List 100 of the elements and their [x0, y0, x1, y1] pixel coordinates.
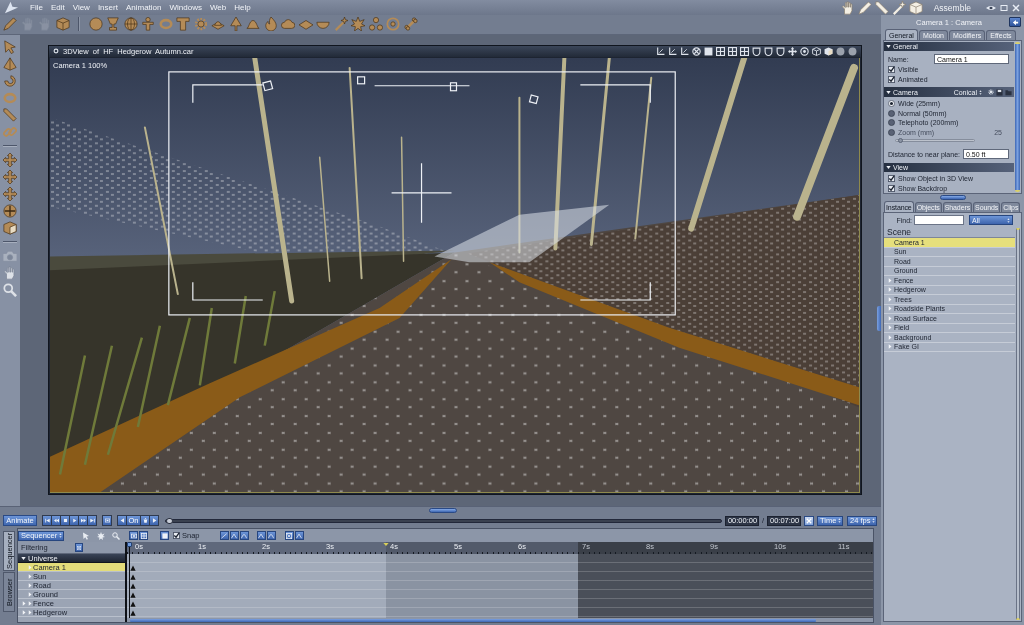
scrollbar[interactable]: [1015, 42, 1020, 193]
toggle-button[interactable]: [103, 516, 111, 526]
peak-button[interactable]: [294, 531, 304, 541]
sphere-icon[interactable]: [88, 17, 103, 32]
cube-icon[interactable]: [3, 220, 17, 235]
crossed-circle-icon[interactable]: [692, 46, 701, 56]
find-field[interactable]: [914, 215, 964, 226]
hook-icon[interactable]: [3, 73, 17, 88]
menu-item[interactable]: Animation: [121, 0, 166, 15]
figure-icon[interactable]: [141, 17, 155, 32]
skip-to-end-button[interactable]: [88, 516, 96, 526]
axes-icon[interactable]: [656, 46, 665, 56]
slider-track[interactable]: [895, 139, 975, 142]
wand-icon[interactable]: [891, 0, 906, 15]
sun-icon[interactable]: [193, 17, 208, 32]
time-slider-track[interactable]: [165, 518, 722, 523]
close-icon[interactable]: [1012, 3, 1020, 12]
radio-button[interactable]: [888, 100, 895, 108]
triangle-icon: [151, 518, 157, 524]
panel-handle[interactable]: [877, 305, 881, 331]
close-button[interactable]: [804, 515, 814, 526]
menu-item[interactable]: Edit: [46, 0, 69, 15]
range-marker-icon[interactable]: [383, 542, 389, 548]
next-key-button[interactable]: [150, 516, 158, 526]
star-icon[interactable]: [97, 531, 105, 540]
rhombus-icon[interactable]: [298, 17, 313, 32]
rewind-button[interactable]: [52, 516, 60, 526]
circle-icon[interactable]: [53, 48, 59, 55]
hand-icon[interactable]: [3, 265, 17, 280]
menu-item[interactable]: File: [26, 0, 47, 15]
cube-icon[interactable]: [824, 46, 833, 56]
stop-button[interactable]: [61, 516, 69, 526]
flame-icon[interactable]: [263, 17, 278, 32]
globe-icon[interactable]: [123, 17, 138, 32]
radio-button[interactable]: [888, 109, 895, 117]
fast-forward-button[interactable]: [79, 516, 87, 526]
skip-to-start-button[interactable]: [43, 516, 51, 526]
grid-button[interactable]: [139, 531, 148, 541]
pen-icon[interactable]: [3, 17, 17, 32]
playhead[interactable]: [127, 542, 132, 618]
menu-item[interactable]: Web: [205, 0, 231, 15]
previous-key-button[interactable]: [118, 516, 126, 526]
checkbox[interactable]: [888, 66, 895, 74]
wand-icon[interactable]: [333, 17, 348, 32]
cloud-icon[interactable]: [281, 17, 295, 32]
magnifier-icon[interactable]: [3, 282, 17, 297]
checkbox[interactable]: [888, 75, 895, 83]
pencil-icon[interactable]: [874, 0, 889, 15]
axes-icon[interactable]: [668, 46, 677, 56]
menu-item[interactable]: Insert: [93, 0, 122, 15]
splitter-handle[interactable]: [429, 508, 457, 514]
grid-icon[interactable]: [716, 46, 725, 56]
checkbox[interactable]: [888, 175, 895, 183]
magnifier-icon[interactable]: [112, 531, 120, 540]
menu-item[interactable]: Windows: [165, 0, 206, 15]
arrow-icon[interactable]: [3, 39, 17, 54]
peak-button[interactable]: [256, 531, 266, 541]
peak-button[interactable]: [229, 531, 239, 541]
linear-button[interactable]: [219, 531, 229, 541]
square-toggle-button[interactable]: [160, 531, 169, 541]
checkbox[interactable]: [173, 532, 180, 540]
sphere-cross-icon[interactable]: [3, 203, 17, 218]
bone-icon[interactable]: [403, 17, 418, 32]
goblet-icon[interactable]: [106, 17, 120, 32]
horizontal-scrollbar[interactable]: [130, 618, 817, 622]
star-icon[interactable]: [351, 17, 365, 32]
grid-icon[interactable]: [728, 46, 737, 56]
crossed-box-button[interactable]: [284, 531, 294, 541]
box-icon[interactable]: [55, 17, 70, 32]
delete-key-button[interactable]: [141, 516, 149, 526]
arrow-icon[interactable]: [82, 531, 90, 540]
triangle-icon[interactable]: [21, 555, 26, 561]
eye-icon[interactable]: [986, 3, 996, 12]
box-icon[interactable]: [908, 0, 923, 15]
fit-button[interactable]: [129, 531, 138, 541]
arc-button[interactable]: [239, 531, 249, 541]
cross-arrows-icon[interactable]: [788, 46, 797, 56]
window-icon[interactable]: [1000, 3, 1008, 12]
dots-icon[interactable]: [368, 17, 383, 32]
tree-icon[interactable]: [228, 17, 243, 32]
hand-icon[interactable]: [840, 0, 855, 15]
time-slider-thumb[interactable]: [166, 517, 173, 524]
checkbox[interactable]: [888, 184, 895, 192]
arc-button[interactable]: [266, 531, 276, 541]
hill-icon[interactable]: [246, 17, 260, 32]
scrollbar[interactable]: [1016, 228, 1020, 620]
square-icon[interactable]: [704, 46, 713, 56]
t-beam-icon[interactable]: [176, 17, 190, 32]
dock-button[interactable]: [1009, 17, 1021, 27]
camera-frame-overlay[interactable]: [168, 71, 676, 316]
filter-button[interactable]: [75, 543, 83, 553]
grid-icon[interactable]: [740, 46, 749, 56]
menu-item[interactable]: Help: [230, 0, 255, 15]
pyramid-icon[interactable]: [3, 56, 17, 71]
cube-outline-icon[interactable]: [812, 46, 821, 56]
axes-icon[interactable]: [680, 46, 689, 56]
menu-item[interactable]: View: [68, 0, 94, 15]
splitter-handle[interactable]: [939, 195, 966, 201]
radio-button[interactable]: [888, 119, 895, 127]
play-button[interactable]: [70, 516, 78, 526]
